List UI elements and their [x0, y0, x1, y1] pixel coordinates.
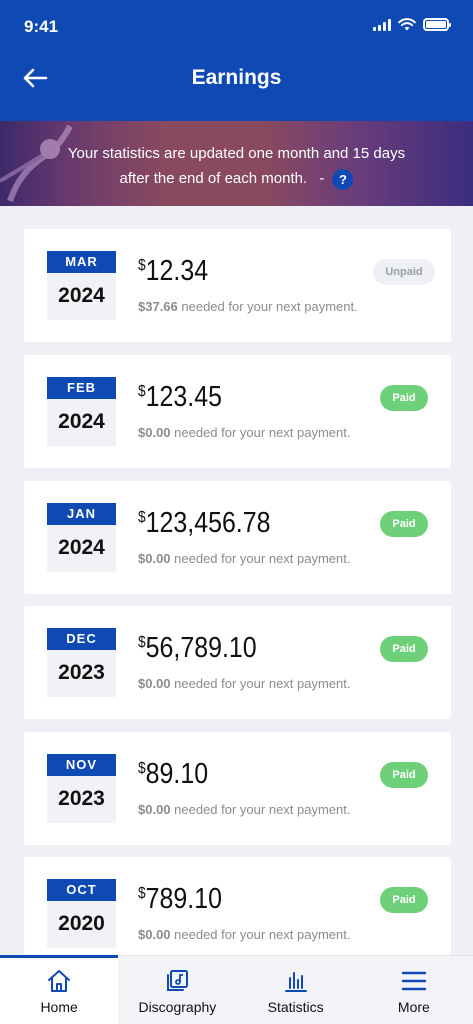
- month-label: OCT: [47, 879, 116, 901]
- payment-needed-text: $0.00 needed for your next payment.: [138, 551, 351, 566]
- tab-label: Discography: [138, 999, 217, 1015]
- earning-card[interactable]: NOV 2023 $89.10 $0.00 needed for your ne…: [24, 732, 451, 845]
- month-label: NOV: [47, 754, 116, 776]
- date-badge: OCT 2020: [47, 879, 116, 948]
- earning-card[interactable]: JAN 2024 $123,456.78 $0.00 needed for yo…: [24, 481, 451, 594]
- month-label: FEB: [47, 377, 116, 399]
- payment-needed-text: $0.00 needed for your next payment.: [138, 425, 351, 440]
- banner-text-block: Your statistics are updated one month an…: [60, 141, 413, 191]
- needed-suffix: needed for your next payment.: [177, 299, 358, 314]
- earning-card[interactable]: MAR 2024 $12.34 $37.66 needed for your n…: [24, 229, 451, 342]
- home-icon: [48, 970, 71, 992]
- status-badge: Paid: [380, 511, 428, 537]
- needed-amount: $0.00: [138, 802, 171, 817]
- tab-label: More: [397, 999, 430, 1015]
- app-header: 9:41 Earnings: [0, 0, 473, 121]
- payment-needed-text: $0.00 needed for your next payment.: [138, 927, 351, 942]
- payment-needed-text: $0.00 needed for your next payment.: [138, 802, 351, 817]
- needed-suffix: needed for your next payment.: [170, 802, 351, 817]
- date-badge: JAN 2024: [47, 503, 116, 572]
- earning-card[interactable]: FEB 2024 $123.45 $0.00 needed for your n…: [24, 355, 451, 468]
- signal-icon: [373, 18, 391, 31]
- payment-needed-text: $0.00 needed for your next payment.: [138, 676, 351, 691]
- currency-symbol: $: [138, 760, 146, 777]
- status-badge: Paid: [380, 385, 428, 411]
- banner-message: Your statistics are updated one month an…: [67, 145, 406, 187]
- year-label: 2024: [58, 284, 105, 307]
- earning-amount: $56,789.10: [138, 632, 257, 665]
- currency-symbol: $: [138, 257, 146, 274]
- tab-discography[interactable]: Discography: [118, 956, 236, 1024]
- earning-amount: $12.34: [138, 255, 208, 288]
- amount-value: 123,456.78: [145, 507, 271, 539]
- earning-amount: $789.10: [138, 883, 222, 916]
- month-label: MAR: [47, 251, 116, 273]
- tab-label: Statistics: [267, 999, 324, 1015]
- year-label: 2023: [58, 787, 105, 810]
- needed-amount: $0.00: [138, 551, 171, 566]
- bottom-tab-bar: Home Discography Statistics More: [0, 955, 473, 1024]
- tab-more[interactable]: More: [355, 956, 473, 1024]
- amount-value: 123.45: [145, 381, 222, 413]
- date-badge: MAR 2024: [47, 251, 116, 320]
- date-badge: FEB 2024: [47, 377, 116, 446]
- year-label: 2023: [58, 661, 105, 684]
- needed-suffix: needed for your next payment.: [170, 551, 351, 566]
- date-badge: DEC 2023: [47, 628, 116, 697]
- needed-amount: $0.00: [138, 676, 171, 691]
- needed-amount: $0.00: [138, 927, 171, 942]
- year-label: 2020: [58, 912, 105, 935]
- needed-amount: $37.66: [138, 299, 178, 314]
- needed-amount: $0.00: [138, 425, 171, 440]
- earning-card[interactable]: DEC 2023 $56,789.10 $0.00 needed for you…: [24, 606, 451, 719]
- status-badge: Paid: [380, 887, 428, 913]
- needed-suffix: needed for your next payment.: [170, 927, 351, 942]
- amount-value: 12.34: [145, 255, 209, 287]
- wifi-icon: [398, 18, 416, 31]
- amount-value: 56,789.10: [145, 632, 257, 664]
- payment-needed-text: $37.66 needed for your next payment.: [138, 299, 358, 314]
- needed-suffix: needed for your next payment.: [170, 425, 351, 440]
- needed-suffix: needed for your next payment.: [170, 676, 351, 691]
- menu-icon: [401, 971, 427, 991]
- date-badge: NOV 2023: [47, 754, 116, 823]
- tab-statistics[interactable]: Statistics: [237, 956, 355, 1024]
- tab-home[interactable]: Home: [0, 955, 119, 1024]
- currency-symbol: $: [138, 383, 146, 400]
- amount-value: 89.10: [145, 758, 209, 790]
- status-icons: [373, 18, 451, 31]
- info-banner: Your statistics are updated one month an…: [0, 121, 473, 206]
- battery-icon: [423, 18, 451, 31]
- currency-symbol: $: [138, 634, 146, 651]
- status-time: 9:41: [24, 17, 59, 36]
- status-badge: Unpaid: [373, 259, 435, 285]
- currency-symbol: $: [138, 885, 146, 902]
- status-badge: Paid: [380, 636, 428, 662]
- year-label: 2024: [58, 536, 105, 559]
- statistics-icon: [284, 972, 307, 992]
- earning-amount: $123.45: [138, 381, 222, 414]
- help-button[interactable]: ?: [332, 168, 354, 190]
- month-label: JAN: [47, 503, 116, 525]
- earning-amount: $123,456.78: [138, 507, 270, 540]
- status-badge: Paid: [380, 762, 428, 788]
- year-label: 2024: [58, 410, 105, 433]
- month-label: DEC: [47, 628, 116, 650]
- page-title: Earnings: [191, 66, 282, 89]
- tab-label: Home: [40, 999, 78, 1015]
- amount-value: 789.10: [145, 883, 222, 915]
- currency-symbol: $: [138, 509, 146, 526]
- earning-amount: $89.10: [138, 758, 208, 791]
- banner-dash: -: [319, 170, 325, 187]
- discography-icon: [167, 970, 189, 991]
- earning-card[interactable]: OCT 2020 $789.10 $0.00 needed for your n…: [24, 857, 451, 970]
